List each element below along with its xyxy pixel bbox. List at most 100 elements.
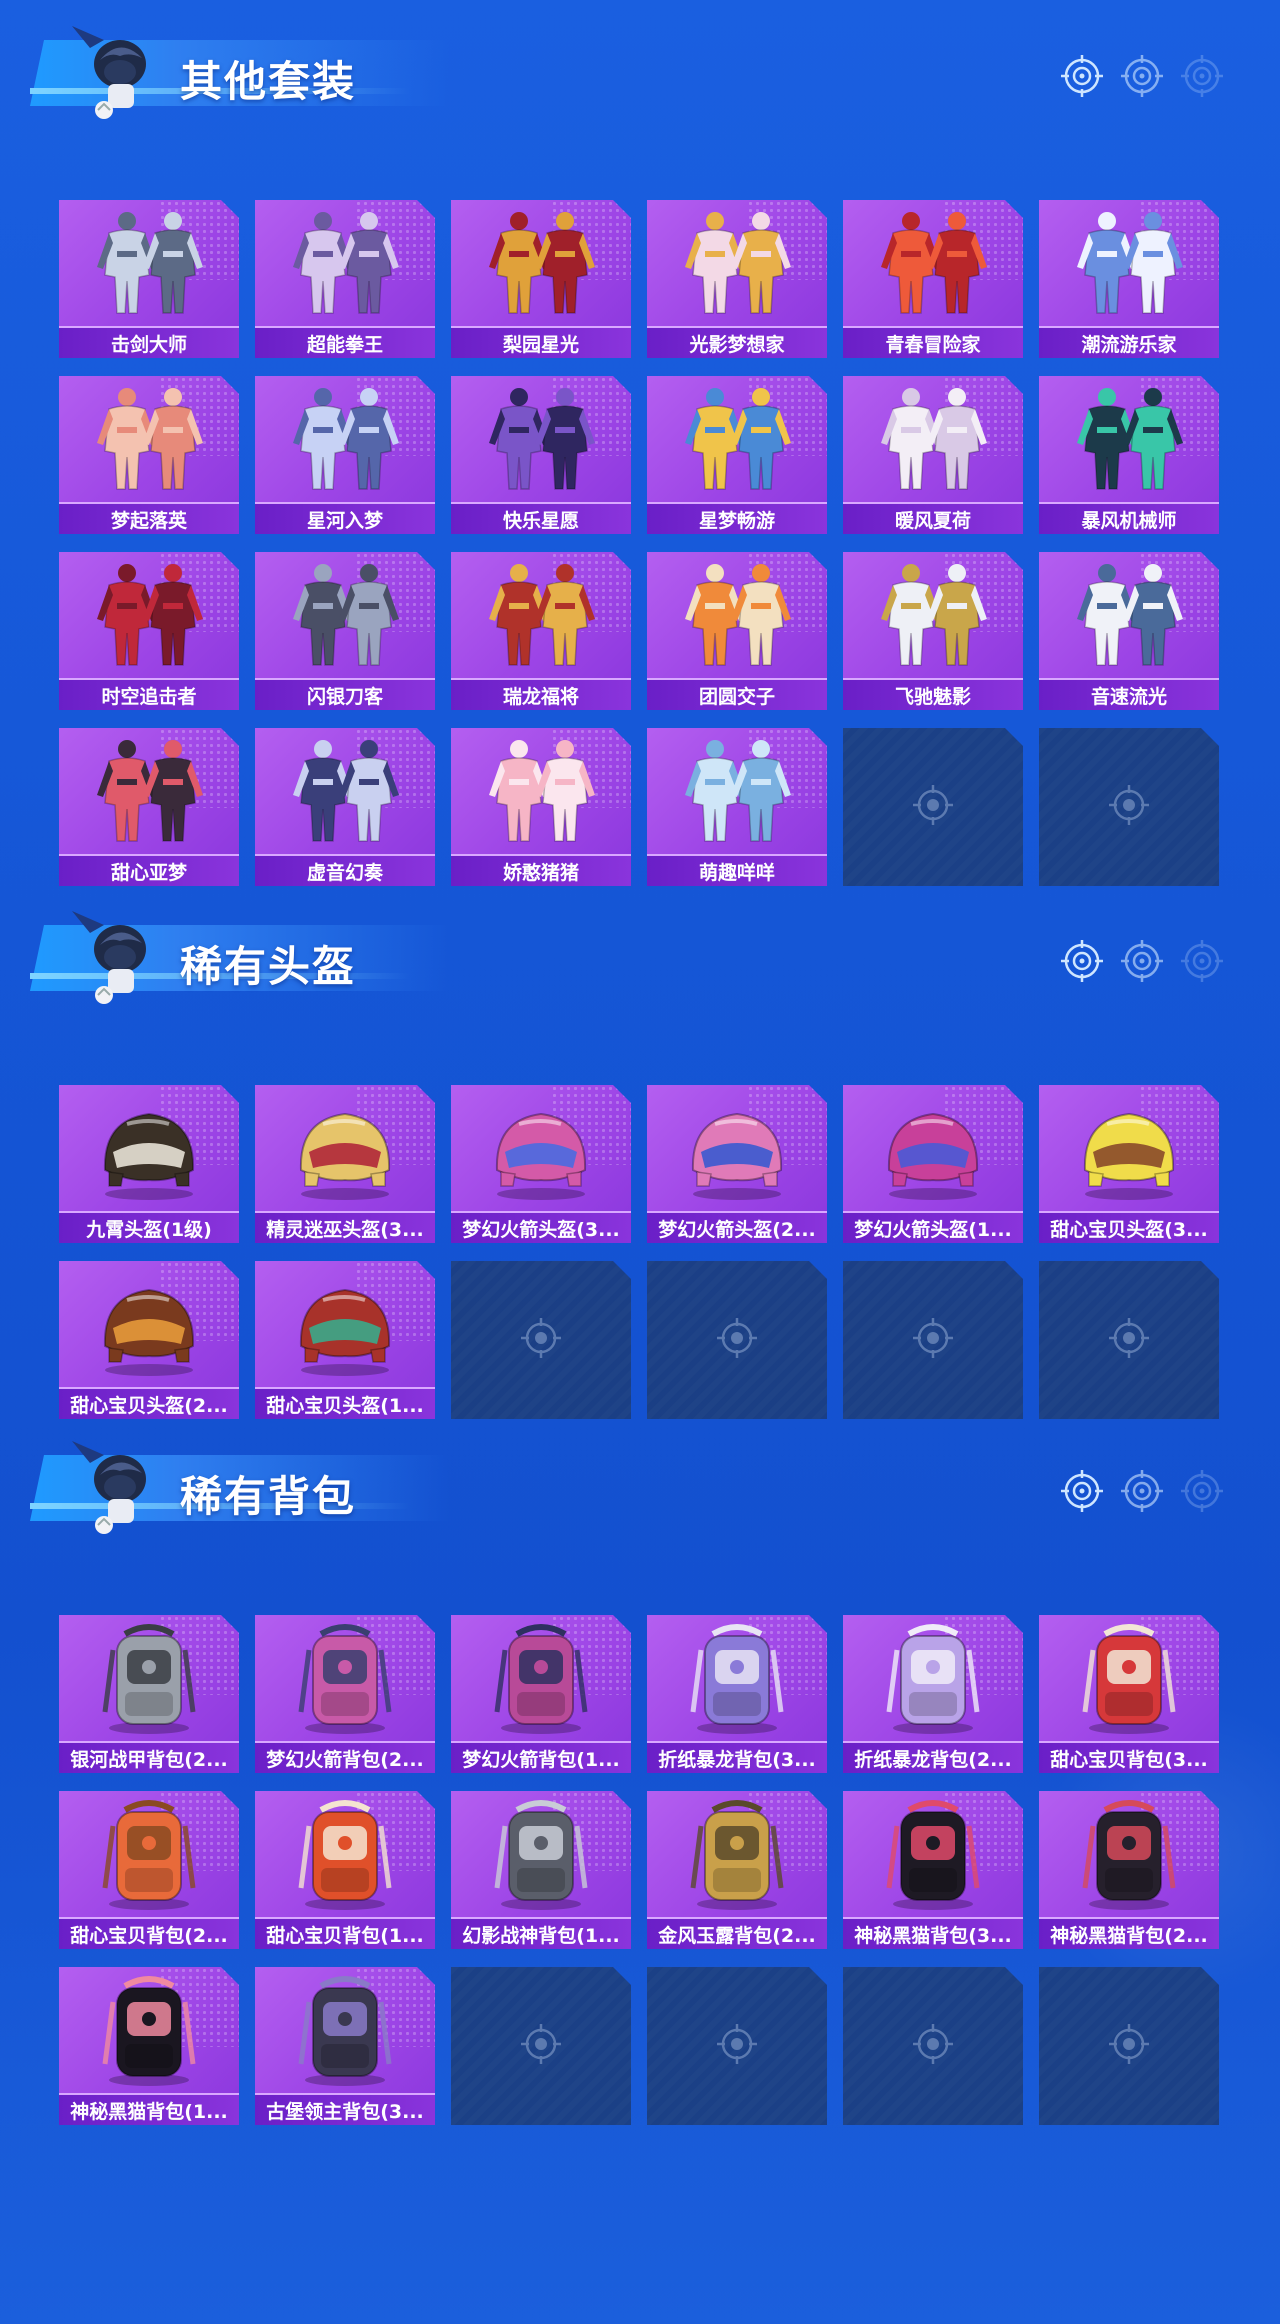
empty-slot-icon <box>715 1316 759 1365</box>
item-card[interactable]: 甜心宝贝头盔(1... <box>255 1261 435 1419</box>
item-label: 甜心宝贝头盔(3... <box>1039 1211 1219 1243</box>
item-label: 快乐星愿 <box>451 502 631 534</box>
empty-slot <box>451 1261 631 1419</box>
item-card[interactable]: 精灵迷巫头盔(3... <box>255 1085 435 1243</box>
item-card[interactable]: 甜心宝贝背包(3... <box>1039 1615 1219 1773</box>
item-card[interactable]: 暴风机械师 <box>1039 376 1219 534</box>
item-card[interactable]: 九霄头盔(1级) <box>59 1085 239 1243</box>
item-card[interactable]: 折纸暴龙背包(2... <box>843 1615 1023 1773</box>
item-card[interactable]: 神秘黑猫背包(3... <box>843 1791 1023 1949</box>
reticle-icon <box>1120 1469 1164 1513</box>
item-card[interactable]: 银河战甲背包(2... <box>59 1615 239 1773</box>
item-label: 梨园星光 <box>451 326 631 358</box>
item-card[interactable]: 梦幻火箭背包(2... <box>255 1615 435 1773</box>
item-card[interactable]: 潮流游乐家 <box>1039 200 1219 358</box>
suit-icon <box>255 556 435 678</box>
suit-icon <box>647 380 827 502</box>
reticle-decoration <box>1060 1469 1224 1513</box>
item-label: 折纸暴龙背包(2... <box>843 1741 1023 1773</box>
reticle-icon <box>1180 1469 1224 1513</box>
item-card[interactable]: 击剑大师 <box>59 200 239 358</box>
item-card[interactable]: 飞驰魅影 <box>843 552 1023 710</box>
item-card[interactable]: 萌趣咩咩 <box>647 728 827 886</box>
item-card[interactable]: 闪银刀客 <box>255 552 435 710</box>
item-card[interactable]: 时空追击者 <box>59 552 239 710</box>
section-1: 其他套装 击剑大师 超能拳王 梨园星光 光影梦想家 青春冒险家 潮流游乐家 梦起… <box>0 0 1280 886</box>
item-card[interactable]: 幻影战神背包(1... <box>451 1791 631 1949</box>
item-card[interactable]: 暖风夏荷 <box>843 376 1023 534</box>
item-label: 精灵迷巫头盔(3... <box>255 1211 435 1243</box>
bag-icon <box>59 1619 239 1741</box>
item-label: 瑞龙福将 <box>451 678 631 710</box>
item-label: 团圆交子 <box>647 678 827 710</box>
item-label: 音速流光 <box>1039 678 1219 710</box>
suit-icon <box>59 380 239 502</box>
item-label: 超能拳王 <box>255 326 435 358</box>
item-card[interactable]: 折纸暴龙背包(3... <box>647 1615 827 1773</box>
item-card[interactable]: 星梦畅游 <box>647 376 827 534</box>
item-card[interactable]: 甜心宝贝背包(1... <box>255 1791 435 1949</box>
item-card[interactable]: 超能拳王 <box>255 200 435 358</box>
section-header: 其他套装 <box>0 0 1280 119</box>
item-card[interactable]: 快乐星愿 <box>451 376 631 534</box>
bag-icon <box>255 1619 435 1741</box>
empty-slot-icon <box>911 1316 955 1365</box>
suit-icon <box>255 732 435 854</box>
item-card[interactable]: 虚音幻奏 <box>255 728 435 886</box>
bag-icon <box>647 1795 827 1917</box>
item-card[interactable]: 梦幻火箭头盔(3... <box>451 1085 631 1243</box>
bag-icon <box>1039 1619 1219 1741</box>
item-label: 梦幻火箭背包(2... <box>255 1741 435 1773</box>
item-card[interactable]: 团圆交子 <box>647 552 827 710</box>
reticle-icon <box>1120 939 1164 983</box>
item-card[interactable]: 光影梦想家 <box>647 200 827 358</box>
section-header: 稀有背包 <box>0 1415 1280 1534</box>
item-card[interactable]: 神秘黑猫背包(2... <box>1039 1791 1219 1949</box>
item-label: 闪银刀客 <box>255 678 435 710</box>
bag-icon <box>451 1795 631 1917</box>
empty-slot <box>843 728 1023 886</box>
item-card[interactable]: 甜心宝贝头盔(3... <box>1039 1085 1219 1243</box>
item-card[interactable]: 娇憨猪猪 <box>451 728 631 886</box>
item-label: 青春冒险家 <box>843 326 1023 358</box>
item-card[interactable]: 梦幻火箭头盔(2... <box>647 1085 827 1243</box>
section-2: 稀有头盔 九霄头盔(1级) 精灵迷巫头盔(3... 梦幻火箭头盔(3... 梦幻… <box>0 885 1280 1419</box>
empty-slot <box>647 1261 827 1419</box>
bag-icon <box>59 1971 239 2093</box>
item-card[interactable]: 青春冒险家 <box>843 200 1023 358</box>
item-card[interactable]: 金风玉露背包(2... <box>647 1791 827 1949</box>
suit-icon <box>451 204 631 326</box>
item-label: 星河入梦 <box>255 502 435 534</box>
item-card[interactable]: 梦幻火箭头盔(1... <box>843 1085 1023 1243</box>
item-label: 梦幻火箭头盔(2... <box>647 1211 827 1243</box>
item-label: 潮流游乐家 <box>1039 326 1219 358</box>
section-title: 其他套装 <box>180 57 357 106</box>
empty-slot-icon <box>911 2022 955 2071</box>
reticle-icon <box>1060 939 1104 983</box>
item-card[interactable]: 星河入梦 <box>255 376 435 534</box>
item-card[interactable]: 瑞龙福将 <box>451 552 631 710</box>
item-card[interactable]: 古堡领主背包(3... <box>255 1967 435 2125</box>
item-card[interactable]: 梨园星光 <box>451 200 631 358</box>
item-card[interactable]: 甜心亚梦 <box>59 728 239 886</box>
item-label: 飞驰魅影 <box>843 678 1023 710</box>
item-label: 娇憨猪猪 <box>451 854 631 886</box>
item-card[interactable]: 音速流光 <box>1039 552 1219 710</box>
item-grid: 九霄头盔(1级) 精灵迷巫头盔(3... 梦幻火箭头盔(3... 梦幻火箭头盔(… <box>59 1085 1219 1419</box>
item-card[interactable]: 梦幻火箭背包(1... <box>451 1615 631 1773</box>
reticle-icon <box>1180 54 1224 98</box>
suit-icon <box>843 380 1023 502</box>
mascot-icon <box>64 903 174 1013</box>
reticle-icon <box>1060 54 1104 98</box>
item-card[interactable]: 甜心宝贝头盔(2... <box>59 1261 239 1419</box>
suit-icon <box>1039 556 1219 678</box>
item-card[interactable]: 梦起落英 <box>59 376 239 534</box>
section-title: 稀有背包 <box>180 1472 357 1521</box>
bag-icon <box>647 1619 827 1741</box>
item-label: 虚音幻奏 <box>255 854 435 886</box>
helmet-icon <box>59 1265 239 1387</box>
empty-slot <box>1039 1261 1219 1419</box>
item-card[interactable]: 神秘黑猫背包(1... <box>59 1967 239 2125</box>
suit-icon <box>255 204 435 326</box>
item-card[interactable]: 甜心宝贝背包(2... <box>59 1791 239 1949</box>
